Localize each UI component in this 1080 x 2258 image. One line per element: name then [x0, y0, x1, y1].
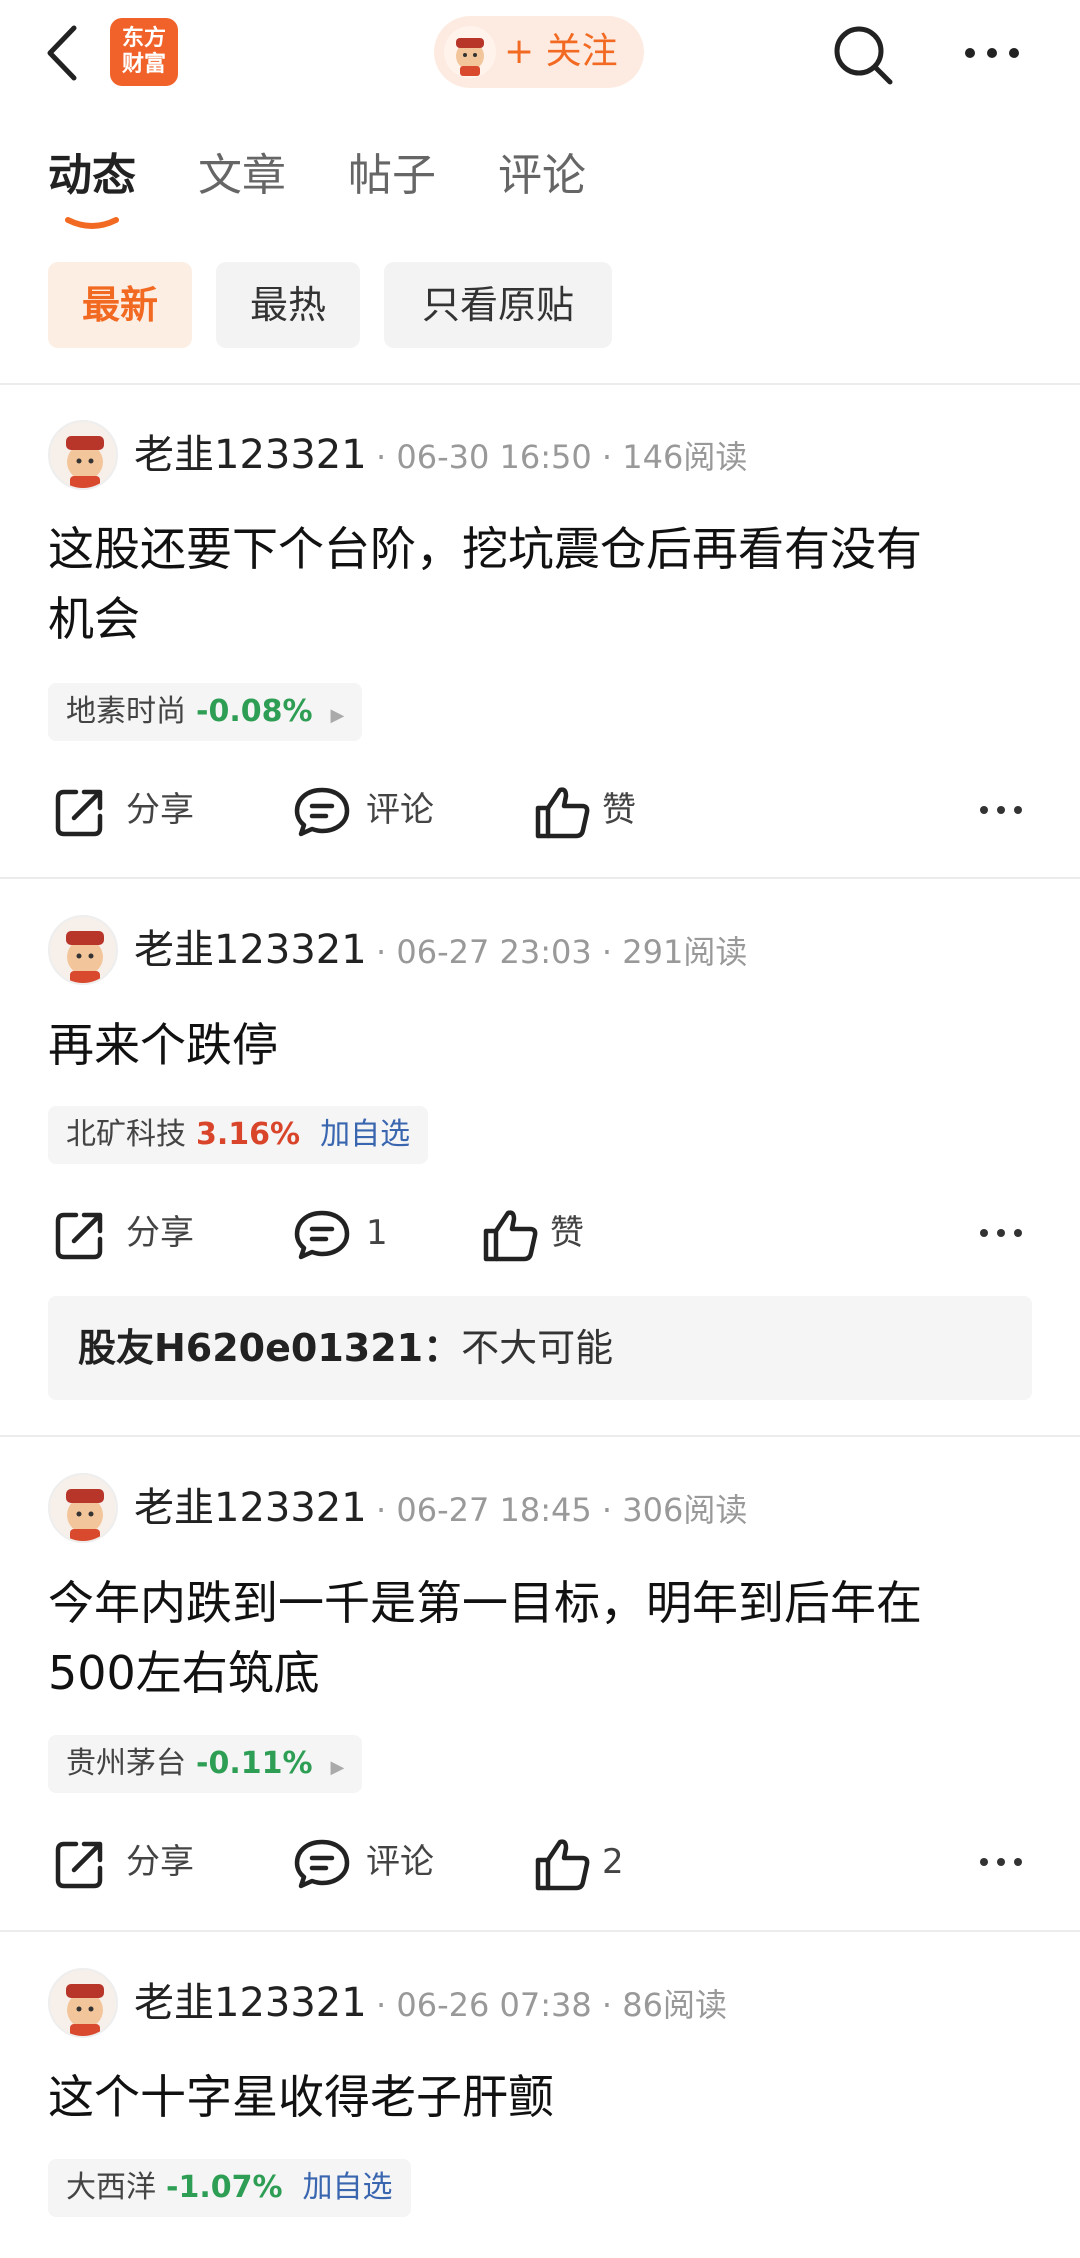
tab-dynamic[interactable]: 动态	[48, 148, 136, 204]
post-content[interactable]: 这股还要下个台阶，挖坑震仓后再看有没有 机会	[48, 514, 1038, 654]
back-icon[interactable]	[40, 22, 90, 84]
comment-preview[interactable]: 股友H620e01321：不大可能	[48, 1296, 1032, 1400]
avatar[interactable]	[48, 1968, 118, 2038]
thumbs-up-icon	[535, 1839, 590, 1891]
username[interactable]: 老韭123321	[134, 430, 367, 480]
reply-author[interactable]: 股友H620e01321：	[78, 1326, 461, 1370]
add-watchlist-button[interactable]: 加自选	[303, 2170, 393, 2205]
like-label: 赞	[550, 1213, 584, 1253]
comment-button[interactable]: 评论	[292, 780, 452, 840]
logo-line1: 东方	[121, 26, 166, 51]
post-content-line: 机会	[48, 592, 140, 646]
follow-label: + 关注	[504, 31, 618, 72]
stock-tag[interactable]: 地素时尚 -0.08% ▶	[48, 683, 363, 741]
comment-button[interactable]: 1	[292, 1203, 412, 1263]
search-icon[interactable]	[830, 22, 896, 88]
post-content-line: 这股还要下个台阶，挖坑震仓后再看有没有	[48, 522, 922, 576]
stock-tag[interactable]: 贵州茅台 -0.11% ▶	[48, 1735, 363, 1793]
post-meta: · 06-26 07:38 · 86阅读	[376, 1986, 727, 2024]
filter-hot[interactable]: 最热	[216, 262, 360, 348]
stock-tag[interactable]: 北矿科技 3.16% 加自选	[48, 1106, 429, 1164]
stock-name: 地素时尚	[66, 694, 186, 729]
filter-latest[interactable]: 最新	[48, 262, 192, 348]
more-icon[interactable]	[978, 1223, 1024, 1243]
share-label: 分享	[126, 1842, 194, 1882]
top-bar: 东方 财富 + 关注	[0, 0, 1080, 110]
more-icon[interactable]	[962, 38, 1022, 68]
like-button[interactable]: 赞	[532, 780, 662, 840]
stock-change: -1.07%	[166, 2170, 283, 2205]
share-icon	[55, 1841, 103, 1889]
post-content-line: 500左右筑底	[48, 1646, 320, 1700]
share-icon	[55, 1212, 103, 1260]
post-content-line: 这个十字星收得老子肝颤	[48, 2070, 554, 2124]
share-button[interactable]: 分享	[52, 780, 212, 840]
divider	[0, 1930, 1080, 1932]
thumbs-up-icon	[535, 787, 590, 839]
tab-comments[interactable]: 评论	[498, 148, 586, 204]
comment-label: 评论	[366, 790, 434, 830]
avatar[interactable]	[48, 420, 118, 490]
share-label: 分享	[126, 790, 194, 830]
tab-articles[interactable]: 文章	[198, 148, 286, 204]
username[interactable]: 老韭123321	[134, 1483, 367, 1533]
tab-underline	[65, 217, 119, 229]
comment-icon	[294, 1210, 350, 1260]
triangle-right-icon: ▶	[330, 1757, 345, 1778]
share-button[interactable]: 分享	[52, 1832, 212, 1892]
like-button[interactable]: 赞	[480, 1203, 610, 1263]
add-watchlist-button[interactable]: 加自选	[320, 1117, 410, 1152]
comment-label: 评论	[366, 1842, 434, 1882]
comment-icon	[294, 787, 350, 837]
comment-button[interactable]: 评论	[292, 1832, 452, 1892]
share-icon	[55, 789, 103, 837]
app-logo[interactable]: 东方 财富	[110, 18, 178, 86]
follow-button[interactable]: + 关注	[434, 16, 644, 88]
comment-count: 1	[366, 1213, 388, 1253]
stock-change: -0.08%	[196, 694, 313, 729]
post-meta: · 06-30 16:50 · 146阅读	[376, 438, 748, 476]
stock-name: 贵州茅台	[66, 1746, 186, 1781]
filter-original-only[interactable]: 只看原贴	[384, 262, 612, 348]
more-icon[interactable]	[978, 1852, 1024, 1872]
share-label: 分享	[126, 1213, 194, 1253]
stock-change: -0.11%	[196, 1746, 313, 1781]
like-label: 赞	[602, 790, 636, 830]
post-content-line: 再来个跌停	[48, 1018, 278, 1072]
post-meta: · 06-27 18:45 · 306阅读	[376, 1491, 748, 1529]
share-button[interactable]: 分享	[52, 1203, 212, 1263]
avatar[interactable]	[48, 1473, 118, 1543]
stock-change: 3.16%	[196, 1117, 301, 1152]
stock-tag[interactable]: 大西洋 -1.07% 加自选	[48, 2159, 411, 2217]
triangle-right-icon: ▶	[330, 705, 345, 726]
post-meta: · 06-27 23:03 · 291阅读	[376, 933, 748, 971]
more-icon[interactable]	[978, 800, 1024, 820]
comment-icon	[294, 1839, 350, 1889]
avatar[interactable]	[48, 915, 118, 985]
post-content[interactable]: 再来个跌停	[48, 1010, 1038, 1080]
post-content[interactable]: 这个十字星收得老子肝颤	[48, 2062, 1038, 2132]
divider	[0, 877, 1080, 879]
username[interactable]: 老韭123321	[134, 925, 367, 975]
like-count: 2	[602, 1842, 624, 1882]
thumbs-up-icon	[483, 1210, 538, 1262]
like-button[interactable]: 2	[532, 1832, 662, 1892]
username[interactable]: 老韭123321	[134, 1978, 367, 2028]
tab-posts[interactable]: 帖子	[348, 148, 436, 204]
divider	[0, 383, 1080, 385]
avatar	[444, 26, 496, 78]
divider	[0, 1435, 1080, 1437]
post-content[interactable]: 今年内跌到一千是第一目标，明年到后年在 500左右筑底	[48, 1568, 1038, 1708]
stock-name: 大西洋	[66, 2170, 156, 2205]
post-content-line: 今年内跌到一千是第一目标，明年到后年在	[48, 1576, 922, 1630]
logo-line2: 财富	[121, 52, 166, 77]
stock-name: 北矿科技	[66, 1117, 186, 1152]
reply-text: 不大可能	[461, 1326, 614, 1370]
